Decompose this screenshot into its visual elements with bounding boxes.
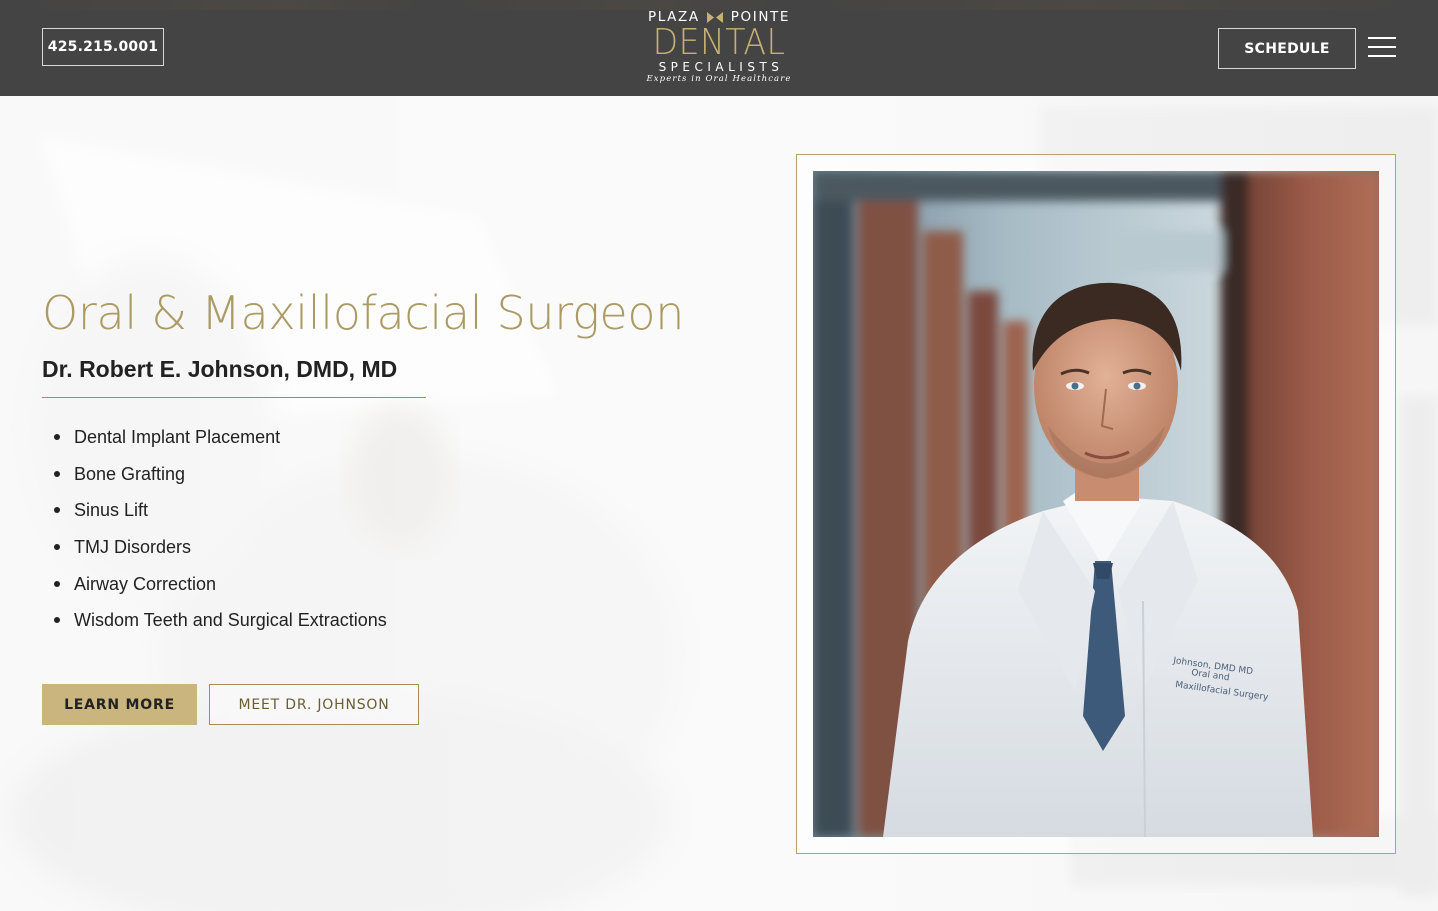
service-item: Sinus Lift	[42, 497, 387, 534]
service-label: Sinus Lift	[74, 500, 149, 521]
bullet-icon	[54, 470, 60, 477]
learn-more-button[interactable]: LEARN MORE	[42, 684, 197, 725]
service-item: Dental Implant Placement	[42, 424, 387, 461]
services-list: Dental Implant Placement Bone Grafting S…	[42, 424, 387, 644]
site-logo[interactable]: PLAZA POINTE DENTAL SPECIALISTS Experts …	[646, 8, 792, 86]
logo-tagline: Experts in Oral Healthcare	[646, 74, 792, 84]
bowtie-icon	[707, 11, 724, 23]
page-title: Oral & Maxillofacial Surgeon	[42, 286, 685, 340]
site-header: 425.215.0001 PLAZA POINTE DENTAL SPECIAL…	[0, 0, 1438, 96]
service-label: Bone Grafting	[74, 463, 186, 484]
bullet-icon	[54, 434, 60, 440]
doctor-name: Dr. Robert E. Johnson, DMD, MD	[42, 356, 398, 382]
doctor-portrait-image: Johnson, DMD MD Oral and Maxillofacial S…	[813, 171, 1379, 837]
bullet-icon	[54, 507, 60, 514]
service-item: Wisdom Teeth and Surgical Extractions	[42, 607, 387, 644]
service-label: Airway Correction	[74, 573, 217, 594]
service-item: Airway Correction	[42, 571, 387, 608]
bullet-icon	[54, 544, 60, 551]
service-label: TMJ Disorders	[74, 537, 192, 558]
hamburger-menu-icon[interactable]	[1368, 37, 1396, 59]
bullet-icon	[54, 617, 60, 624]
service-label: Dental Implant Placement	[74, 427, 281, 447]
service-item: TMJ Disorders	[42, 534, 387, 571]
meet-doctor-button[interactable]: MEET DR. JOHNSON	[209, 684, 419, 725]
phone-button[interactable]: 425.215.0001	[42, 28, 164, 66]
service-item: Bone Grafting	[42, 461, 387, 498]
bullet-icon	[54, 580, 60, 587]
title-divider	[42, 397, 426, 398]
logo-main-word: DENTAL	[652, 22, 786, 63]
service-label: Wisdom Teeth and Surgical Extractions	[74, 610, 387, 631]
schedule-button[interactable]: SCHEDULE	[1218, 28, 1356, 69]
